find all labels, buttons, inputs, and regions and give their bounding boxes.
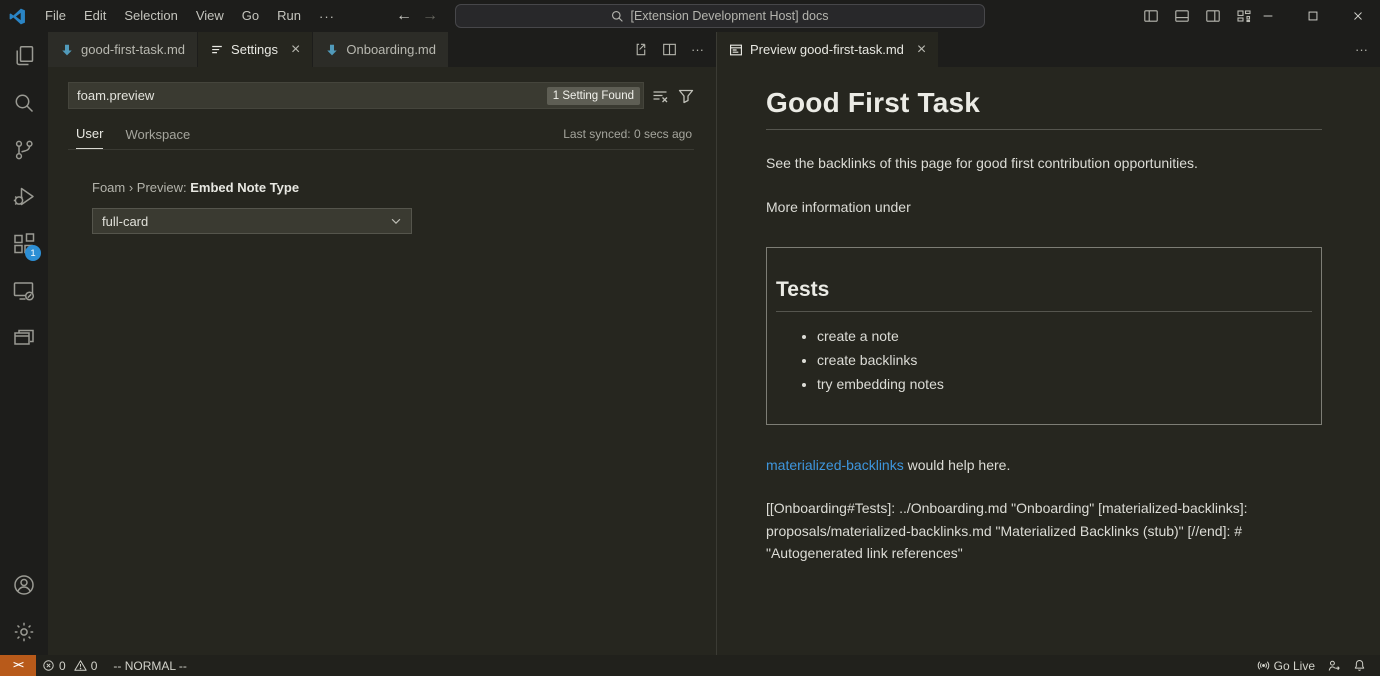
problems-indicator[interactable]: 0 0	[36, 655, 103, 676]
tab-bar-left: good-first-task.md Settings × Onboarding…	[48, 32, 716, 67]
setting-category: Foam › Preview:	[92, 180, 190, 195]
tab-label: Onboarding.md	[346, 42, 436, 57]
vscode-logo-icon	[9, 8, 26, 25]
extensions-icon[interactable]: 1	[0, 220, 48, 267]
tab-label: Settings	[231, 42, 278, 57]
settings-result-count-badge: 1 Setting Found	[547, 87, 640, 105]
search-icon	[611, 10, 624, 23]
menu-selection[interactable]: Selection	[115, 5, 186, 27]
nav-back-icon[interactable]: ←	[396, 7, 412, 25]
menu-edit[interactable]: Edit	[75, 5, 115, 27]
toggle-panel-icon[interactable]	[1174, 8, 1190, 24]
divider	[766, 129, 1322, 130]
preview-paragraph: See the backlinks of this page for good …	[766, 153, 1322, 174]
close-tab-icon[interactable]: ×	[291, 42, 300, 58]
search-view-icon[interactable]	[0, 79, 48, 126]
preview-paragraph: More information under	[766, 199, 1322, 215]
settings-gear-icon[interactable]	[0, 608, 48, 655]
go-live-button[interactable]: Go Live	[1251, 655, 1321, 676]
warning-icon	[74, 659, 87, 672]
last-synced-label: Last synced: 0 secs ago	[563, 127, 692, 148]
title-bar: File Edit Selection View Go Run ··· ← → …	[0, 0, 1380, 32]
tab-onboarding[interactable]: Onboarding.md	[313, 32, 448, 67]
extensions-badge: 1	[25, 245, 41, 261]
setting-title: Foam › Preview: Embed Note Type	[92, 180, 694, 195]
accounts-icon[interactable]	[0, 561, 48, 608]
preview-paragraph: materialized-backlinks would help here.	[766, 457, 1322, 473]
warning-count: 0	[91, 659, 98, 673]
error-icon	[42, 659, 55, 672]
tab-label: good-first-task.md	[81, 42, 185, 57]
command-center-label: [Extension Development Host] docs	[630, 9, 828, 23]
split-editor-icon[interactable]	[662, 42, 677, 57]
explorer-icon[interactable]	[0, 32, 48, 79]
broadcast-icon	[1257, 659, 1270, 672]
markdown-preview-icon	[729, 43, 743, 57]
notifications-bell-icon[interactable]	[1347, 655, 1372, 676]
editor-group-settings: good-first-task.md Settings × Onboarding…	[48, 32, 716, 655]
link-references-paragraph: [[Onboarding#Tests]: ../Onboarding.md "O…	[766, 497, 1322, 565]
divider	[776, 311, 1312, 312]
list-item: create a note	[817, 328, 1312, 344]
editor-group-preview: Preview good-first-task.md × ··· Good Fi…	[716, 32, 1380, 655]
open-settings-json-icon[interactable]	[633, 42, 648, 57]
command-center-search[interactable]: [Extension Development Host] docs	[455, 4, 985, 28]
close-window-button[interactable]	[1335, 0, 1380, 32]
run-and-debug-icon[interactable]	[0, 173, 48, 220]
tab-preview-good-first-task[interactable]: Preview good-first-task.md ×	[717, 32, 938, 67]
go-live-label: Go Live	[1274, 659, 1315, 673]
close-tab-icon[interactable]: ×	[917, 42, 926, 58]
menu-go[interactable]: Go	[233, 5, 268, 27]
vscode-window: File Edit Selection View Go Run ··· ← → …	[0, 0, 1380, 676]
error-count: 0	[59, 659, 66, 673]
nav-forward-icon: →	[422, 7, 438, 25]
menu-view[interactable]: View	[187, 5, 233, 27]
tab-settings[interactable]: Settings ×	[198, 32, 312, 67]
toggle-primary-sidebar-icon[interactable]	[1143, 8, 1159, 24]
more-actions-icon[interactable]: ···	[1355, 42, 1368, 57]
menu-file[interactable]: File	[36, 5, 75, 27]
panels-view-icon[interactable]	[0, 314, 48, 361]
markdown-file-icon	[60, 43, 74, 57]
toggle-secondary-sidebar-icon[interactable]	[1205, 8, 1221, 24]
tab-bar-right: Preview good-first-task.md × ···	[717, 32, 1380, 67]
chevron-down-icon	[389, 214, 403, 228]
settings-scope-workspace[interactable]: Workspace	[125, 127, 190, 149]
remote-indicator[interactable]: ><	[0, 655, 36, 676]
setting-embed-note-type: Foam › Preview: Embed Note Type full-car…	[92, 180, 694, 234]
preview-title: Good First Task	[766, 87, 1322, 119]
tests-list: create a note create backlinks try embed…	[776, 328, 1312, 392]
link-tail-text: would help here.	[904, 457, 1011, 473]
list-item: try embedding notes	[817, 376, 1312, 392]
source-control-icon[interactable]	[0, 126, 48, 173]
minimize-button[interactable]	[1245, 0, 1290, 32]
clear-settings-search-icon[interactable]	[652, 88, 668, 104]
menu-more-icon[interactable]: ···	[310, 9, 344, 24]
tab-label: Preview good-first-task.md	[750, 42, 904, 57]
settings-editor: 1 Setting Found User Workspace	[48, 67, 716, 655]
settings-search-box[interactable]: 1 Setting Found	[68, 82, 644, 109]
filter-settings-icon[interactable]	[678, 88, 694, 104]
menu-run[interactable]: Run	[268, 5, 310, 27]
markdown-file-icon	[325, 43, 339, 57]
dropdown-selected-value: full-card	[102, 214, 148, 229]
more-actions-icon[interactable]: ···	[691, 42, 704, 57]
activity-bar: 1	[0, 32, 48, 655]
settings-scope-user[interactable]: User	[76, 126, 103, 149]
live-share-icon[interactable]	[1321, 655, 1347, 676]
maximize-button[interactable]	[1290, 0, 1335, 32]
remote-explorer-icon[interactable]	[0, 267, 48, 314]
list-item: create backlinks	[817, 352, 1312, 368]
materialized-backlinks-link[interactable]: materialized-backlinks	[766, 457, 904, 473]
markdown-preview: Good First Task See the backlinks of thi…	[717, 67, 1380, 655]
embed-note-type-dropdown[interactable]: full-card	[92, 208, 412, 234]
embedded-note-card: Tests create a note create backlinks try…	[766, 247, 1322, 425]
tests-heading: Tests	[776, 278, 1312, 302]
setting-name: Embed Note Type	[190, 180, 299, 195]
settings-search-input[interactable]	[69, 83, 547, 108]
settings-editor-icon	[210, 43, 224, 57]
tab-good-first-task[interactable]: good-first-task.md	[48, 32, 197, 67]
status-bar: >< 0 0 -- NORMAL -- Go Live	[0, 655, 1380, 676]
vim-mode-indicator[interactable]: -- NORMAL --	[103, 655, 193, 676]
